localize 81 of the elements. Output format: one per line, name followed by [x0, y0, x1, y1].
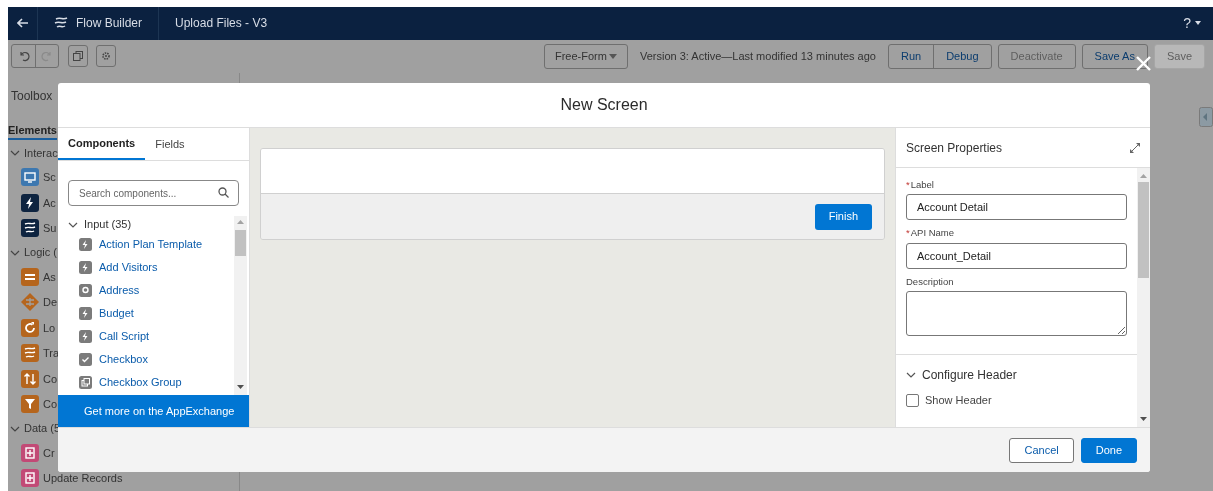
- panel-toggle-icon[interactable]: [1199, 107, 1213, 127]
- element-item[interactable]: Co: [43, 396, 58, 413]
- element-item[interactable]: De: [43, 294, 58, 311]
- scroll-up-icon[interactable]: [1140, 174, 1147, 178]
- description-field[interactable]: [906, 290, 1127, 336]
- scroll-up-icon[interactable]: [237, 220, 244, 224]
- panel-title: Screen Properties: [906, 139, 1003, 157]
- chevron-icon: [10, 150, 20, 156]
- section-title: Configure Header: [922, 366, 1017, 384]
- copy-button[interactable]: [68, 45, 88, 68]
- toolbar-button[interactable]: Debug: [933, 44, 991, 68]
- scrollbar[interactable]: [234, 216, 247, 395]
- panel-tab[interactable]: Components: [58, 128, 146, 160]
- settings-icon: [101, 51, 111, 62]
- close-icon[interactable]: [1136, 56, 1151, 71]
- component-item[interactable]: Address: [99, 282, 140, 299]
- checkbox-group-icon: [79, 376, 92, 389]
- lightning-icon: [79, 307, 92, 320]
- back-arrow-icon[interactable]: [16, 18, 29, 29]
- component-item[interactable]: Action Plan Template: [99, 236, 203, 253]
- element-item[interactable]: Co: [43, 370, 58, 387]
- flow-name: Upload Files - V3: [174, 15, 269, 33]
- component-item[interactable]: Checkbox Group: [99, 374, 182, 391]
- done-button[interactable]: Done: [1080, 437, 1137, 463]
- panel-tab[interactable]: Elements: [8, 117, 57, 140]
- text-field[interactable]: Account_Detail: [906, 242, 1127, 269]
- scroll-thumb[interactable]: [1138, 182, 1149, 278]
- undo-icon: [17, 50, 30, 63]
- expand-icon[interactable]: [1130, 142, 1140, 153]
- element-item[interactable]: Su: [43, 220, 57, 237]
- pin-icon: [79, 284, 92, 297]
- field-label: Description: [906, 274, 955, 289]
- checkbox[interactable]: [906, 393, 919, 407]
- scroll-down-icon[interactable]: [237, 385, 244, 389]
- component-item[interactable]: Call Script: [99, 328, 150, 345]
- caret-icon: [608, 53, 617, 59]
- group-header[interactable]: Interac: [24, 144, 58, 162]
- chevron-icon: [10, 249, 20, 256]
- search-field[interactable]: Search components...: [68, 180, 239, 206]
- cancel-button[interactable]: Cancel: [1009, 437, 1074, 463]
- lightning-icon: [79, 330, 92, 343]
- element-item[interactable]: Cr: [43, 444, 55, 461]
- panel-tab[interactable]: Fields: [145, 128, 195, 160]
- modal-title: New Screen: [560, 95, 648, 115]
- element-item[interactable]: Tra: [43, 345, 60, 362]
- layout-dropdown[interactable]: Free-Form: [543, 43, 628, 69]
- text-field[interactable]: Account Detail: [906, 194, 1127, 221]
- lightning-icon: [79, 238, 92, 251]
- search-icon: [218, 187, 229, 198]
- caret-icon: [1195, 21, 1201, 26]
- component-item[interactable]: Budget: [99, 305, 134, 322]
- lightning-icon: [79, 261, 92, 274]
- app-name: Flow Builder: [76, 15, 143, 33]
- toolbar-button[interactable]: Save As: [1082, 44, 1147, 68]
- finish-button[interactable]: Finish: [814, 203, 872, 230]
- chevron-icon: [10, 425, 20, 432]
- copy-icon: [73, 51, 83, 62]
- settings-button[interactable]: [96, 45, 116, 68]
- help-button[interactable]: ?: [1183, 12, 1191, 34]
- element-item[interactable]: Sc: [43, 169, 56, 186]
- element-item[interactable]: As: [43, 268, 56, 285]
- version-status: Version 3: Active—Last modified 13 minutes ago: [639, 48, 876, 64]
- checkbox-label: Show Header: [925, 392, 992, 408]
- toolbar-button[interactable]: Run: [888, 44, 934, 68]
- component-item[interactable]: Checkbox: [99, 351, 148, 368]
- chevron-icon[interactable]: [906, 371, 916, 378]
- component-item[interactable]: Add Visitors: [99, 259, 158, 276]
- section-title[interactable]: Input (35): [84, 216, 132, 233]
- field-label: *API Name: [906, 226, 955, 241]
- element-item[interactable]: Ac: [43, 194, 56, 211]
- field-label: *Label: [906, 178, 935, 192]
- panel-title: Toolbox: [10, 87, 54, 105]
- group-header[interactable]: Logic (: [24, 244, 58, 261]
- flow-icon: [54, 16, 68, 30]
- scroll-thumb[interactable]: [235, 230, 246, 256]
- check-icon: [79, 353, 92, 366]
- element-item[interactable]: Lo: [43, 319, 56, 336]
- scrollbar[interactable]: [1137, 168, 1150, 427]
- scroll-down-icon[interactable]: [1140, 417, 1147, 421]
- element-item[interactable]: Update Records: [43, 470, 123, 487]
- appexchange-link[interactable]: Get more on the AppExchange: [58, 395, 249, 427]
